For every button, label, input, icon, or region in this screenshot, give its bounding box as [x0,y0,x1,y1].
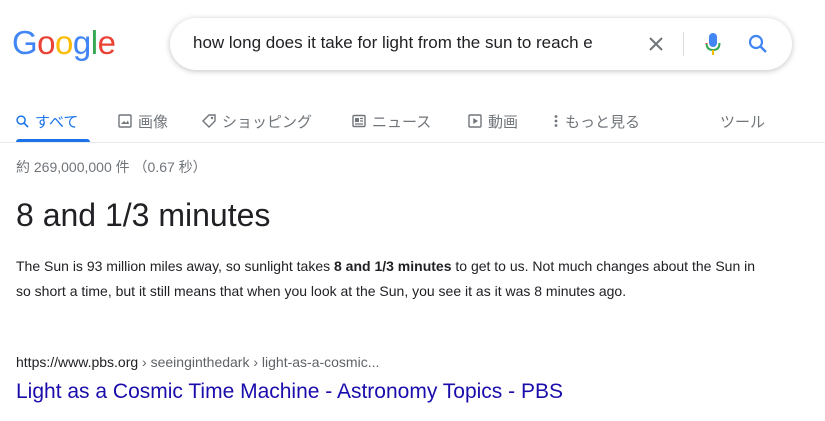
result-domain: https://www.pbs.org [16,354,139,370]
active-tab-indicator [16,139,90,142]
result-stats: 約 269,000,000 件 （0.67 秒） [16,159,207,175]
google-logo[interactable]: Google [12,24,116,62]
result-path: › seeinginthedark › light-as-a-cosmic... [138,354,380,370]
result-url[interactable]: https://www.pbs.org › seeinginthedark › … [16,354,379,370]
image-icon [118,114,132,128]
mic-icon[interactable] [699,30,727,58]
search-box[interactable]: how long does it take for light from the… [170,18,792,70]
search-divider [683,32,684,56]
tab-label: ショッピング [222,113,313,131]
logo-letter: l [90,24,98,61]
tab-images[interactable]: 画像 [118,106,168,136]
snippet-text: The Sun is 93 million miles away, so sun… [16,258,334,274]
logo-letter: o [55,24,73,61]
search-icon[interactable] [744,30,772,58]
search-input[interactable]: how long does it take for light from the… [193,33,633,53]
play-icon [468,114,482,128]
search-tabs: すべて 画像 ショッピング ニュース 動画 もっと見る ツール [0,100,825,143]
tab-label: すべて [35,113,79,131]
news-icon [352,114,366,128]
more-vert-icon [554,115,558,127]
tab-label: ニュース [372,113,432,131]
logo-letter: g [72,24,91,61]
search-icon [16,114,29,128]
close-icon[interactable] [642,30,670,58]
tab-label: もっと見る [565,113,641,131]
logo-letter: e [97,24,116,61]
tab-shopping[interactable]: ショッピング [202,106,312,136]
tab-all[interactable]: すべて [16,106,78,136]
result-title-link[interactable]: Light as a Cosmic Time Machine - Astrono… [16,380,563,404]
tag-icon [202,114,216,128]
tab-videos[interactable]: 動画 [468,106,518,136]
featured-snippet: The Sun is 93 million miles away, so sun… [16,254,756,304]
tab-label: 画像 [138,113,169,131]
logo-letter: G [12,24,38,61]
tab-label: 動画 [488,113,519,131]
tab-more[interactable]: もっと見る [553,106,640,136]
tools-button[interactable]: ツール [720,106,765,136]
featured-answer: 8 and 1/3 minutes [16,197,271,233]
tab-news[interactable]: ニュース [352,106,431,136]
snippet-highlight: 8 and 1/3 minutes [334,258,452,274]
tools-label: ツール [720,113,766,131]
logo-letter: o [37,24,56,61]
